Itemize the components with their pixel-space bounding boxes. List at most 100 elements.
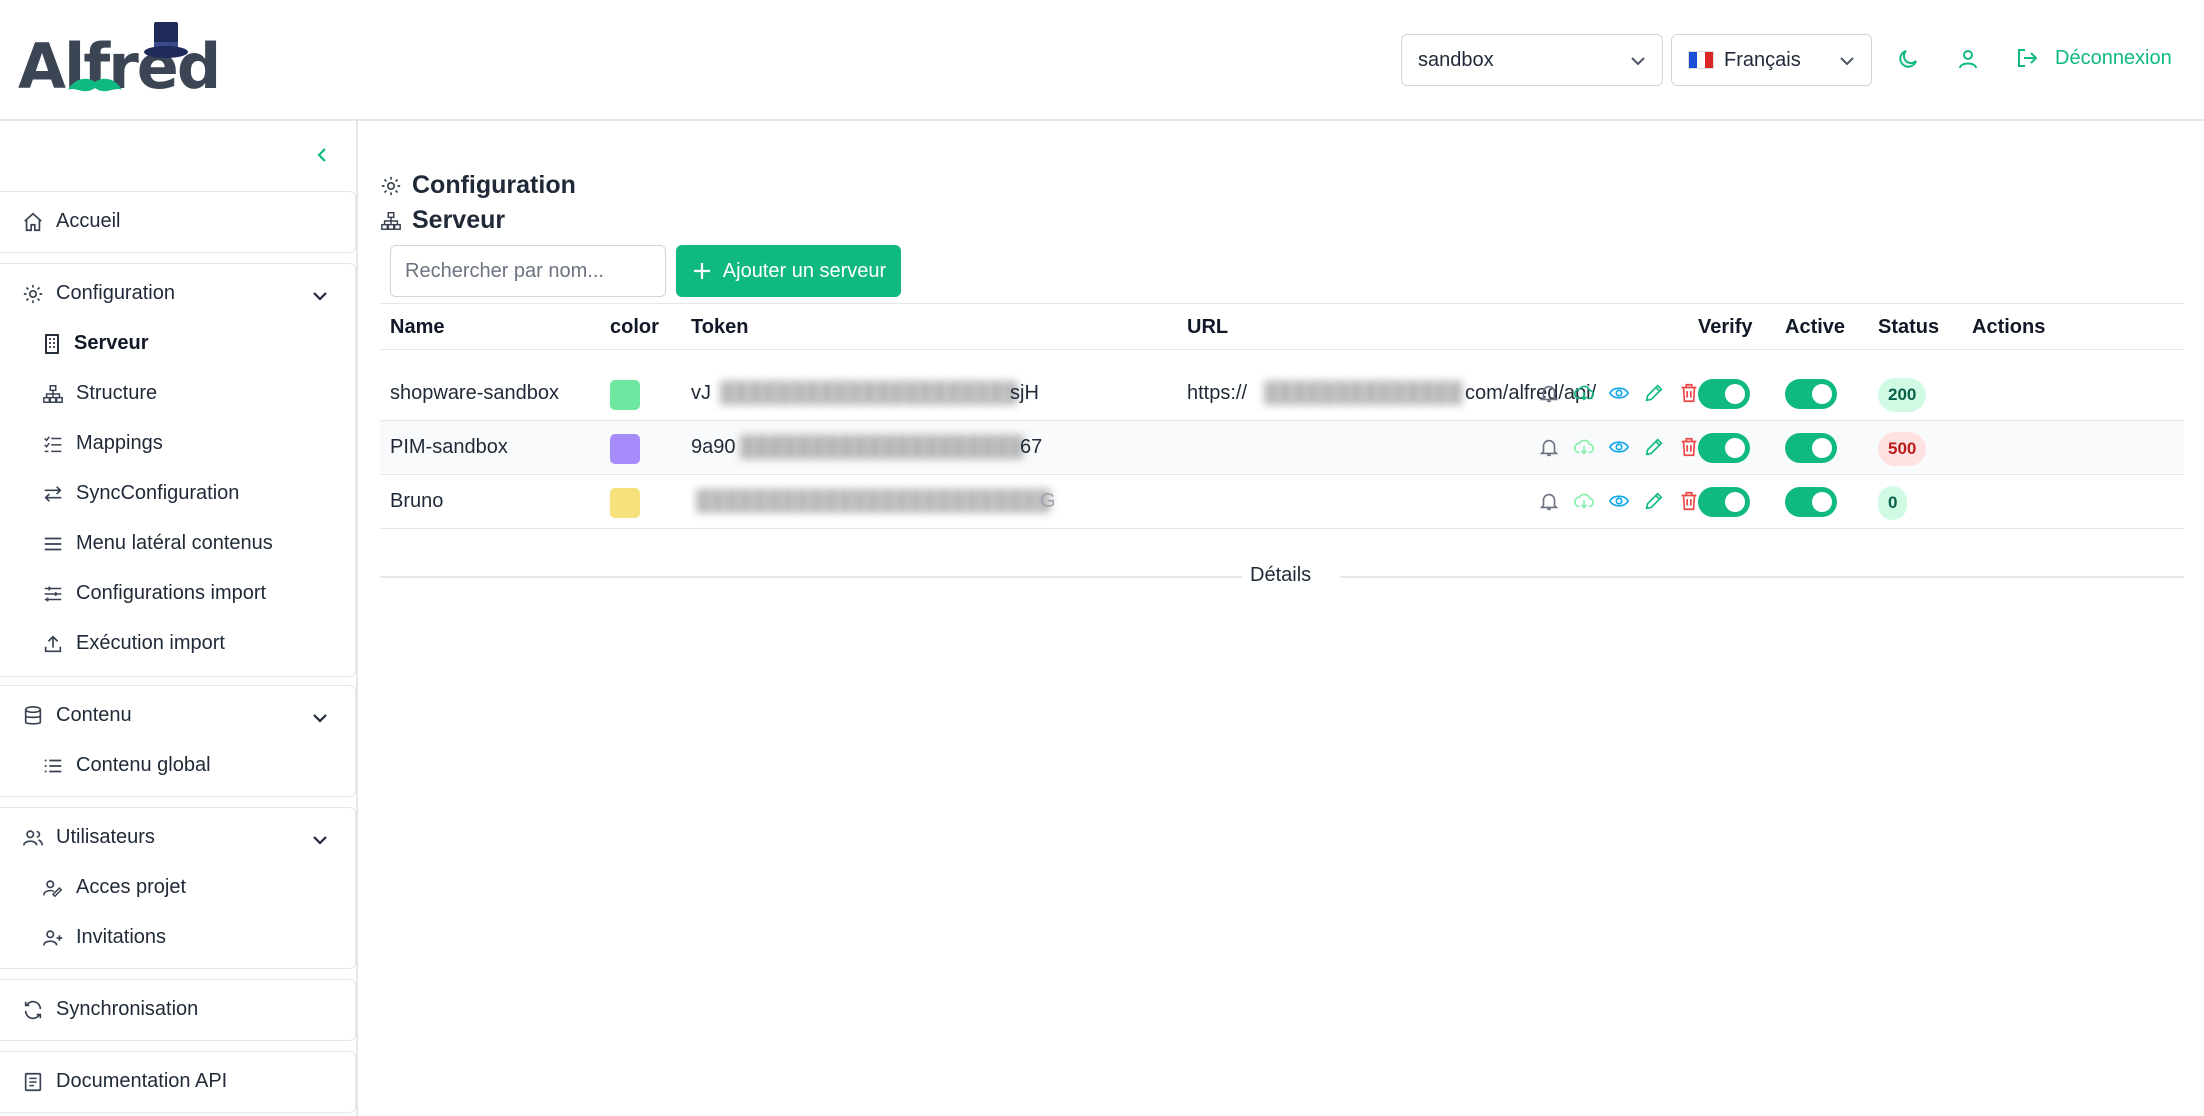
sidebar-group-contenu: Contenu Contenu global [0, 685, 356, 797]
alfred-logo[interactable]: Alfred [18, 18, 221, 103]
sitemap-icon [381, 211, 401, 230]
moon-icon[interactable] [1896, 47, 1920, 71]
chevron-down-icon [1631, 57, 1645, 66]
add-server-button[interactable]: Ajouter un serveur [676, 245, 901, 297]
menu-icon [44, 537, 62, 550]
server-name: Bruno [390, 490, 444, 512]
row-actions [1538, 436, 1713, 458]
sidebar-item-structure[interactable]: Structure [42, 382, 157, 405]
column-header-status[interactable]: Status [1878, 316, 1939, 339]
sidebar-group-documentation: Documentation API [0, 1051, 356, 1113]
sidebar-item-synchronisation[interactable]: Synchronisation [22, 998, 198, 1021]
server-token-start: vJ [691, 382, 711, 404]
trash-icon[interactable] [1678, 436, 1713, 458]
sidebar-item-execution-import[interactable]: Exécution import [42, 632, 225, 655]
table-row[interactable]: Bruno █████████████████████████ G 0 [380, 475, 2184, 529]
page-title: Serveur [380, 206, 505, 235]
chevron-down-icon[interactable] [310, 286, 330, 306]
active-toggle[interactable] [1785, 487, 1837, 517]
user-icon[interactable] [1956, 47, 1980, 71]
sidebar-item-menu-lateral[interactable]: Menu latéral contenus [42, 532, 273, 555]
cloud-download-icon[interactable] [1573, 490, 1608, 512]
trash-icon[interactable] [1678, 382, 1713, 404]
upload-icon [44, 634, 62, 652]
row-actions [1538, 490, 1713, 512]
url-redacted: ██████████████ [1264, 382, 1463, 404]
refresh-icon [24, 1000, 42, 1019]
list-check-icon [44, 435, 62, 452]
table-header: Name color Token URL Verify Active Statu… [380, 303, 2184, 350]
pencil-icon[interactable] [1643, 490, 1678, 512]
sidebar-item-syncconfiguration[interactable]: SyncConfiguration [42, 482, 239, 505]
sidebar-item-contenu[interactable]: Contenu [22, 704, 132, 727]
table-row[interactable]: shopware-sandbox vJ ████████████████████… [380, 367, 2184, 421]
chevron-down-icon [1840, 57, 1854, 66]
bell-icon[interactable] [1538, 382, 1573, 404]
server-token-end: G [1040, 490, 1056, 512]
search-input[interactable] [390, 245, 666, 297]
sidebar-item-configuration[interactable]: Configuration [22, 282, 175, 305]
plus-icon [693, 263, 710, 279]
details-divider[interactable]: Détails [380, 561, 2184, 591]
sidebar-item-serveur[interactable]: Serveur [42, 332, 149, 355]
column-header-url[interactable]: URL [1187, 316, 1228, 339]
table-row[interactable]: PIM-sandbox 9a90 ████████████████████ 67… [380, 421, 2184, 475]
column-header-verify[interactable]: Verify [1698, 316, 1752, 339]
arrows-exchange-icon [44, 485, 62, 502]
active-toggle[interactable] [1785, 379, 1837, 409]
bell-icon[interactable] [1538, 436, 1573, 458]
chevron-down-icon[interactable] [310, 830, 330, 850]
column-header-active[interactable]: Active [1785, 316, 1845, 339]
chevron-down-icon[interactable] [310, 708, 330, 728]
bell-icon[interactable] [1538, 490, 1573, 512]
active-toggle[interactable] [1785, 433, 1837, 463]
breadcrumb-configuration[interactable]: Configuration [380, 171, 576, 200]
server-color-swatch [610, 380, 640, 410]
chevron-left-icon[interactable] [312, 145, 332, 165]
logout-button[interactable]: Déconnexion [2015, 46, 2172, 70]
eye-icon[interactable] [1608, 436, 1643, 458]
token-redacted: █████████████████████ [720, 382, 1018, 404]
sidebar-item-invitations[interactable]: Invitations [42, 926, 166, 949]
column-header-color[interactable]: color [610, 316, 659, 339]
server-url-start: https:// [1187, 382, 1248, 404]
document-icon [24, 1072, 42, 1091]
sidebar-group-synchronisation: Synchronisation [0, 979, 356, 1041]
gear-icon [23, 284, 43, 303]
server-token-end: 67 [1020, 436, 1043, 458]
user-plus-icon [43, 929, 63, 946]
sidebar-group-home: Accueil [0, 191, 356, 253]
list-icon [44, 759, 62, 772]
token-redacted: ████████████████████ [740, 436, 1024, 458]
cloud-download-icon[interactable] [1573, 436, 1608, 458]
sidebar-item-mappings[interactable]: Mappings [42, 432, 163, 455]
column-header-token[interactable]: Token [691, 316, 748, 339]
details-label: Détails [1250, 564, 1312, 586]
logout-label: Déconnexion [2055, 46, 2172, 69]
top-hat-icon [144, 22, 188, 58]
sidebar-item-contenu-global[interactable]: Contenu global [42, 754, 211, 777]
column-header-name[interactable]: Name [390, 316, 444, 339]
app-header: Alfred sandbox Français Déconnexion [0, 0, 2204, 121]
server-token-start: 9a90 [691, 436, 736, 458]
project-select[interactable]: sandbox [1401, 34, 1663, 86]
sidebar-item-documentation-api[interactable]: Documentation API [22, 1070, 227, 1093]
sidebar-item-accueil[interactable]: Accueil [22, 210, 120, 233]
french-flag-icon [1688, 51, 1714, 69]
server-token-end: sjH [1010, 382, 1039, 404]
sidebar-item-utilisateurs[interactable]: Utilisateurs [22, 826, 155, 849]
sidebar-item-configurations-import[interactable]: Configurations import [42, 582, 266, 605]
eye-icon[interactable] [1608, 490, 1643, 512]
users-icon [23, 829, 43, 846]
trash-icon[interactable] [1678, 490, 1713, 512]
user-edit-icon [43, 879, 63, 897]
cloud-download-icon[interactable] [1573, 382, 1608, 404]
eye-icon[interactable] [1608, 382, 1643, 404]
pencil-icon[interactable] [1643, 436, 1678, 458]
language-select[interactable]: Français [1671, 34, 1872, 86]
pencil-icon[interactable] [1643, 382, 1678, 404]
sidebar: Accueil Configuration Serveur Structure … [0, 121, 358, 1116]
server-color-swatch [610, 434, 640, 464]
sidebar-item-acces-projet[interactable]: Acces projet [42, 876, 186, 899]
logout-icon [2018, 49, 2038, 67]
